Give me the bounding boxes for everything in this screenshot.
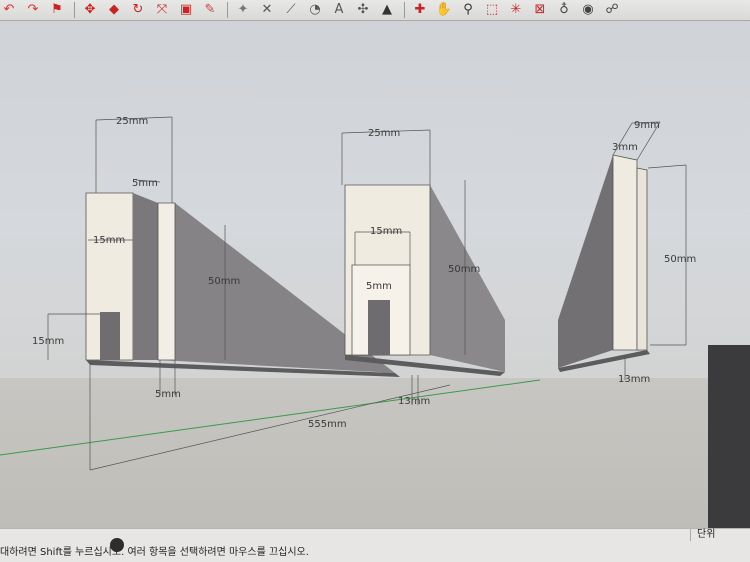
dim-mid-slot: 5mm bbox=[366, 281, 392, 292]
dim-left-slot: 15mm bbox=[32, 336, 64, 347]
dim-left-bottom: 5mm bbox=[155, 389, 181, 400]
status-message: 대하려면 Shift를 누르십시오. 여러 항목을 선택하려면 마우스를 끄십시… bbox=[0, 547, 309, 558]
dim-right-top: 9mm bbox=[634, 120, 660, 131]
dim-mid-inner: 15mm bbox=[370, 226, 402, 237]
unit-label[interactable]: 단위 bbox=[690, 529, 715, 541]
dim-left-width: 25mm bbox=[116, 116, 148, 127]
right-slope-face bbox=[558, 155, 613, 368]
left-slot bbox=[100, 312, 120, 360]
model-drawing[interactable]: 25mm 5mm 15mm 50mm 15mm 5mm 25mm 15mm 50… bbox=[0, 0, 750, 528]
dim-left-gap: 5mm bbox=[132, 178, 158, 189]
dim-left-inner: 15mm bbox=[93, 235, 125, 246]
dim-right-height: 50mm bbox=[664, 254, 696, 265]
dim-total-length: 555mm bbox=[308, 419, 347, 430]
dim-left-height: 50mm bbox=[208, 276, 240, 287]
dim-mid-bottom: 13mm bbox=[398, 396, 430, 407]
dim-mid-width: 25mm bbox=[368, 128, 400, 139]
right-bracket[interactable] bbox=[558, 154, 650, 372]
green-axis-line bbox=[0, 379, 541, 456]
mid-slot bbox=[368, 300, 390, 355]
sketchup-viewport-screen: ↶ ↷ ⚑ ✥ ◆ ↻ ⤧ ▣ ✎ ✦ ✕ ⟋ ◔ A ✣ ▲ ✚ ✋ ⚲ ⬚ … bbox=[0, 0, 750, 562]
right-rib-face bbox=[636, 167, 648, 351]
left-rib-face bbox=[157, 202, 176, 361]
dim-right-small: 3mm bbox=[612, 142, 638, 153]
left-side-face bbox=[133, 193, 158, 360]
dim-right-bottom: 13mm bbox=[618, 374, 650, 385]
mouse-cursor-icon bbox=[110, 538, 124, 552]
monitor-bezel-edge bbox=[708, 345, 750, 528]
right-front-face bbox=[612, 154, 638, 351]
mid-slope-face bbox=[430, 185, 505, 372]
dim-mid-height: 50mm bbox=[448, 264, 480, 275]
